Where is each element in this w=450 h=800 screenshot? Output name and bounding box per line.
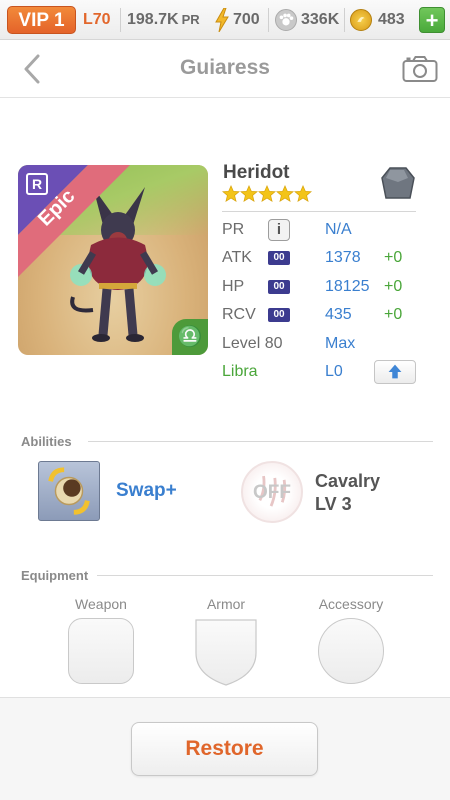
- stat-bonus: +0: [384, 249, 403, 266]
- divider: [222, 211, 416, 212]
- upgrade-button[interactable]: [374, 360, 416, 384]
- power-rating-unit: PR: [181, 12, 200, 27]
- star-rating: [221, 184, 313, 205]
- star-icon: [275, 184, 295, 202]
- energy-icon: [215, 8, 229, 32]
- stat-row-rcv: RCV 00 435 +0: [222, 304, 422, 326]
- stat-level-tag: 00: [268, 308, 290, 322]
- restore-button[interactable]: Restore: [131, 722, 318, 776]
- stat-value: 435: [325, 306, 352, 323]
- stat-row-hp: HP 00 18125 +0: [222, 276, 422, 298]
- star-icon: [293, 184, 313, 202]
- coin-count: 483: [378, 11, 405, 28]
- star-icon: [221, 184, 241, 202]
- stat-bonus: +0: [384, 306, 403, 323]
- camera-icon[interactable]: [402, 55, 438, 83]
- weapon-slot[interactable]: [68, 618, 134, 684]
- paw-count: 336K: [301, 11, 340, 28]
- rarity-badge: R: [26, 173, 48, 195]
- page-title: Guiaress: [180, 56, 270, 79]
- abilities-heading: Abilities: [21, 434, 72, 449]
- stat-level-tag: 00: [268, 280, 290, 294]
- power-rating-value: 198.7K: [127, 11, 179, 28]
- stat-label: Level 80: [222, 335, 283, 352]
- stat-row-libra: Libra L0: [222, 360, 422, 384]
- armor-label: Armor: [206, 596, 246, 612]
- stat-label: ATK: [222, 249, 252, 266]
- power-rating: 198.7K PR: [127, 8, 200, 32]
- stat-label: PR: [222, 221, 245, 238]
- passive-ability-title: Cavalry: [315, 471, 381, 491]
- vip-badge[interactable]: VIP 1: [7, 6, 76, 34]
- accessory-label: Accessory: [318, 596, 384, 612]
- divider: [97, 575, 433, 576]
- active-ability-name[interactable]: Swap+: [116, 480, 177, 502]
- star-icon: [257, 184, 277, 202]
- stat-label: RCV: [222, 306, 256, 323]
- stat-label: HP: [222, 278, 245, 295]
- page-header: Guiaress: [0, 40, 450, 98]
- player-level: L70: [83, 11, 111, 28]
- stat-value: 18125: [325, 278, 370, 295]
- stat-row-level: Level 80 Max: [222, 333, 422, 355]
- divider: [344, 8, 345, 32]
- info-button[interactable]: i: [268, 219, 290, 241]
- libra-zodiac-icon: ♎: [172, 319, 208, 355]
- energy-count: 700: [233, 11, 260, 28]
- stat-value: L0: [325, 363, 343, 380]
- stat-level-tag: 00: [268, 251, 290, 265]
- paw-icon: [275, 9, 297, 31]
- stat-bonus: +0: [384, 278, 403, 295]
- divider: [120, 8, 121, 32]
- status-bar: VIP 1 L70 198.7K PR 700 336K 483 +: [0, 0, 450, 40]
- stat-label: Libra: [222, 363, 258, 380]
- stat-row-pr: PR i N/A: [222, 219, 422, 241]
- star-icon: [239, 184, 259, 202]
- equipment-heading: Equipment: [21, 568, 89, 583]
- stat-row-atk: ATK 00 1378 +0: [222, 247, 422, 269]
- arrow-up-icon: [388, 364, 402, 379]
- accessory-slot[interactable]: [318, 618, 384, 684]
- passive-ability-icon[interactable]: OFF: [241, 461, 303, 523]
- passive-ability-name: Cavalry LV 3: [315, 470, 380, 516]
- weapon-label: Weapon: [75, 596, 127, 612]
- add-coins-button[interactable]: +: [419, 7, 445, 33]
- element-stone-icon[interactable]: [380, 166, 416, 202]
- divider: [88, 441, 433, 442]
- coin-icon: [350, 9, 372, 31]
- stat-value: 1378: [325, 249, 361, 266]
- passive-state-label: OFF: [253, 482, 291, 503]
- armor-slot[interactable]: [193, 617, 259, 687]
- stat-value: Max: [325, 335, 356, 352]
- passive-ability-level: LV 3: [315, 494, 352, 514]
- hero-name: Heridot: [223, 162, 290, 183]
- stat-value: N/A: [325, 221, 352, 238]
- hero-portrait[interactable]: R Epic ♎: [18, 165, 208, 355]
- swap-ability-icon[interactable]: [38, 461, 100, 521]
- divider: [268, 8, 269, 32]
